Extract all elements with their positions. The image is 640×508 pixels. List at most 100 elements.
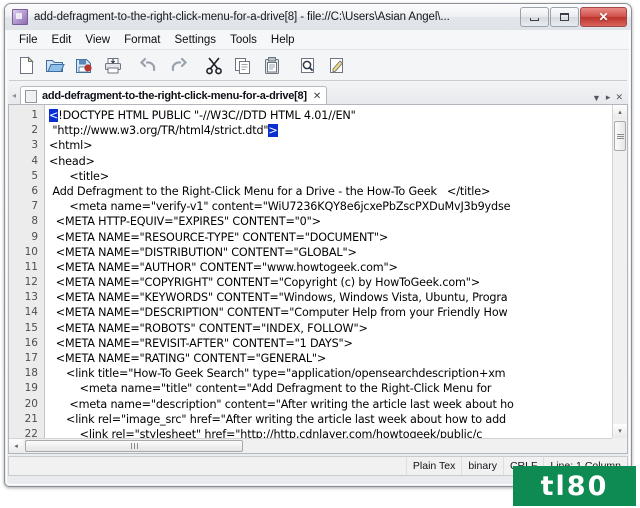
bracket-match-highlight: <	[49, 109, 59, 122]
code-text-area[interactable]: <!DOCTYPE HTML PUBLIC "-//W3C//DTD HTML …	[45, 105, 612, 438]
watermark-logo: tl80	[513, 466, 636, 506]
code-line[interactable]: <META NAME="AUTHOR" CONTENT="www.howtoge…	[49, 260, 612, 275]
code-line[interactable]: <META NAME="REVISIT-AFTER" CONTENT="1 DA…	[49, 336, 612, 351]
menu-item-view[interactable]: View	[78, 32, 117, 48]
code-line[interactable]: <head>	[49, 154, 612, 169]
code-line[interactable]: <META NAME="COPYRIGHT" CONTENT="Copyrigh…	[49, 275, 612, 290]
code-line[interactable]: "http://www.w3.org/TR/html4/strict.dtd">	[49, 123, 612, 138]
tab-list-dropdown-icon[interactable]: ▼	[592, 93, 601, 103]
new-file-button[interactable]	[12, 52, 40, 78]
code-line[interactable]: <link rel="image_src" href="After writin…	[49, 412, 612, 427]
horizontal-scrollbar[interactable]: ◂	[9, 438, 612, 453]
scroll-up-button[interactable]: ▴	[613, 105, 627, 119]
scroll-down-button[interactable]: ▾	[613, 424, 627, 438]
line-number: 3	[31, 139, 38, 152]
undo-button[interactable]	[135, 52, 163, 78]
new-file-icon	[19, 55, 34, 74]
line-number: 12	[24, 276, 38, 289]
menu-item-edit[interactable]: Edit	[45, 32, 79, 48]
line-number: 10	[24, 245, 38, 258]
open-file-button[interactable]	[41, 52, 69, 78]
close-icon: ✕	[598, 10, 609, 24]
editor-body[interactable]: 1 2 3 4 5 6 7 8 9 10 11 12 13 14 15 16 17 18 19 20 21 22 <!DO…	[9, 105, 612, 438]
toolbar-divider	[9, 80, 627, 81]
tab-next-icon[interactable]: ▸	[606, 92, 611, 103]
maximize-icon	[560, 13, 569, 21]
vertical-scroll-thumb[interactable]	[614, 121, 626, 151]
code-line[interactable]: <META HTTP-EQUIV="EXPIRES" CONTENT="0">	[49, 214, 612, 229]
minimize-button[interactable]	[520, 7, 549, 27]
copy-button[interactable]	[229, 52, 257, 78]
line-number: 14	[24, 306, 38, 319]
line-number: 4	[31, 154, 38, 167]
code-line[interactable]: <title>	[49, 169, 612, 184]
code-line[interactable]: <link rel="stylesheet" href="http://http…	[49, 427, 612, 438]
menu-item-settings[interactable]: Settings	[168, 32, 224, 48]
line-number: 7	[31, 200, 38, 213]
status-file-format: Plain Tex	[405, 457, 461, 475]
tab-close-icon[interactable]: ✕	[313, 91, 321, 102]
scroll-grip	[136, 443, 138, 449]
code-line[interactable]: <html>	[49, 138, 612, 153]
horizontal-scroll-thumb[interactable]	[25, 440, 243, 452]
notepad-plus-icon	[12, 9, 28, 25]
print-button[interactable]	[99, 52, 127, 78]
tab-document[interactable]: add-defragment-to-the-right-click-menu-f…	[20, 86, 328, 105]
cut-button[interactable]	[200, 52, 228, 78]
vertical-scrollbar[interactable]: ▴ ▾	[612, 105, 627, 438]
line-number: 5	[31, 169, 38, 182]
tab-label: add-defragment-to-the-right-click-menu-f…	[42, 90, 307, 102]
code-line[interactable]: <!DOCTYPE HTML PUBLIC "-//W3C//DTD HTML …	[49, 108, 612, 123]
line-number: 20	[24, 397, 38, 410]
minimize-icon	[530, 18, 539, 21]
code-line[interactable]: <META NAME="RESOURCE-TYPE" CONTENT="DOCU…	[49, 230, 612, 245]
scroll-grip	[130, 443, 132, 449]
tab-panel-close-icon[interactable]: ✕	[615, 92, 623, 103]
scroll-grip	[616, 133, 624, 135]
line-number: 13	[24, 291, 38, 304]
window-controls: ✕	[520, 7, 627, 27]
menu-item-tools[interactable]: Tools	[223, 32, 264, 48]
copy-icon	[235, 57, 250, 74]
close-button[interactable]: ✕	[580, 7, 627, 27]
code-line[interactable]: <META NAME="KEYWORDS" CONTENT="Windows, …	[49, 290, 612, 305]
code-line[interactable]: <META NAME="ROBOTS" CONTENT="INDEX, FOLL…	[49, 321, 612, 336]
code-line[interactable]: <link title="How-To Geek Search" type="a…	[49, 366, 612, 381]
scroll-left-button[interactable]: ◂	[9, 439, 23, 453]
menu-bar: File Edit View Format Settings Tools Hel…	[7, 30, 629, 50]
find-button[interactable]	[294, 52, 322, 78]
watermark-text: tl80	[540, 470, 609, 502]
code-line[interactable]: Add Defragment to the Right-Click Menu f…	[49, 184, 612, 199]
maximize-button[interactable]	[550, 7, 579, 27]
redo-button[interactable]	[164, 52, 192, 78]
find-replace-icon	[330, 57, 344, 73]
line-number: 18	[24, 367, 38, 380]
line-number: 22	[24, 427, 38, 438]
paste-button[interactable]	[258, 52, 286, 78]
paste-icon	[265, 56, 279, 74]
code-line[interactable]: <META NAME="RATING" CONTENT="GENERAL">	[49, 351, 612, 366]
scroll-grip	[616, 135, 624, 137]
code-line[interactable]: <meta name="verify-v1" content="WiU7236K…	[49, 199, 612, 214]
title-bar[interactable]: add-defragment-to-the-right-click-menu-f…	[5, 4, 631, 30]
save-file-icon	[76, 58, 92, 73]
find-icon	[301, 57, 314, 73]
line-number: 17	[24, 352, 38, 364]
line-number: 15	[24, 321, 38, 334]
code-line[interactable]: <meta name="title" content="Add Defragme…	[49, 381, 612, 396]
menu-item-format[interactable]: Format	[117, 32, 167, 48]
editor-frame: 1 2 3 4 5 6 7 8 9 10 11 12 13 14 15 16 17 18 19 20 21 22 <!DO…	[8, 104, 628, 454]
code-line[interactable]: <meta name="description" content="After …	[49, 397, 612, 412]
undo-icon	[139, 57, 156, 71]
menu-item-help[interactable]: Help	[264, 32, 302, 48]
tab-scroll-left-button[interactable]: ◂	[8, 85, 20, 105]
save-file-button[interactable]	[70, 52, 98, 78]
code-line[interactable]: <META NAME="DISTRIBUTION" CONTENT="GLOBA…	[49, 245, 612, 260]
cut-icon	[206, 56, 222, 74]
code-line[interactable]: <META NAME="DESCRIPTION" CONTENT="Comput…	[49, 305, 612, 320]
menu-item-file[interactable]: File	[12, 32, 45, 48]
window-title: add-defragment-to-the-right-click-menu-f…	[34, 11, 450, 23]
line-number: 19	[24, 382, 38, 395]
scrollbar-corner	[612, 438, 627, 453]
find-replace-button[interactable]	[323, 52, 351, 78]
